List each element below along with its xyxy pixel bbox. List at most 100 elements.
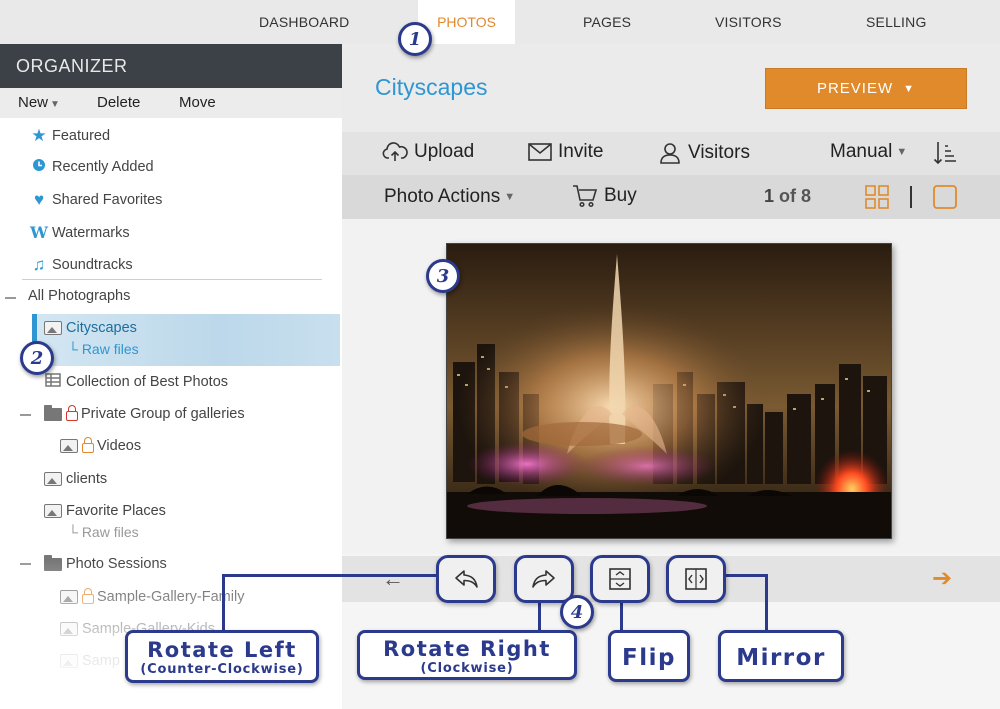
sidebar-item-soundtracks[interactable]: ♫ Soundtracks <box>30 255 133 275</box>
square-icon <box>933 185 957 209</box>
chevron-down-icon: ▼ <box>50 99 60 110</box>
preview-button[interactable]: PREVIEW ▼ <box>765 68 967 109</box>
tree-item-label: clients <box>66 471 108 487</box>
folder-icon <box>44 554 62 571</box>
photo-actions-dropdown[interactable]: Photo Actions ▼ <box>384 186 515 208</box>
sidebar-item-recently-added[interactable]: Recently Added <box>30 158 154 176</box>
music-note-icon: ♫ <box>32 255 46 274</box>
nav-photos[interactable]: PHOTOS <box>418 0 515 44</box>
sidebar-item-label: Featured <box>52 128 111 144</box>
tree-item-private-group[interactable]: Private Group of galleries <box>44 404 245 422</box>
gallery-icon <box>44 321 62 335</box>
sidebar-item-featured[interactable]: ★ Featured <box>30 126 110 146</box>
tree-item-favorite-places[interactable]: Favorite Places <box>44 503 166 519</box>
tree-item-more[interactable]: Samp <box>60 653 120 669</box>
rotate-left-label: Rotate Left (Counter-Clockwise) <box>125 630 319 683</box>
page-current: 1 <box>764 186 775 206</box>
tree-item-label: Private Group of galleries <box>81 406 245 422</box>
callout-connector <box>222 574 225 632</box>
tree-item-label: Videos <box>97 438 142 454</box>
envelope-icon <box>528 143 552 161</box>
gallery-icon <box>44 504 62 518</box>
single-view-button[interactable] <box>933 185 963 209</box>
sort-dropdown[interactable]: Manual ▼ <box>830 141 907 163</box>
collapse-toggle[interactable] <box>20 414 31 416</box>
rotate-left-subtitle: (Counter-Clockwise) <box>140 662 304 677</box>
new-button[interactable]: New ▼ <box>18 94 60 111</box>
photo-toolbar: Photo Actions ▼ Buy 1 of 8 <box>342 175 1000 219</box>
visitors-button[interactable]: Visitors <box>658 141 750 165</box>
mirror-button[interactable] <box>666 555 726 603</box>
chevron-down-icon: ▼ <box>903 82 916 95</box>
star-icon: ★ <box>31 126 47 145</box>
visitors-label: Visitors <box>688 142 750 163</box>
flip-title: Flip <box>622 645 676 671</box>
gallery-photo[interactable] <box>446 243 892 539</box>
tree-item-clients[interactable]: clients <box>44 471 107 487</box>
invite-button[interactable]: Invite <box>528 141 603 163</box>
rotate-left-title: Rotate Left <box>147 638 297 662</box>
organizer-toolbar: New ▼ Delete Move <box>0 88 342 118</box>
tree-root-all-photographs[interactable]: All Photographs <box>28 288 130 304</box>
rotate-right-subtitle: (Clockwise) <box>420 661 514 676</box>
callout-connector <box>222 574 438 577</box>
watermark-icon: W <box>30 223 48 242</box>
page-total: of 8 <box>779 186 812 206</box>
lock-icon <box>82 588 94 604</box>
mirror-label: Mirror <box>718 630 844 682</box>
tree-item-photo-sessions[interactable]: Photo Sessions <box>44 554 167 572</box>
main-panel: Cityscapes PREVIEW ▼ Upload Invite Visito… <box>342 44 1000 709</box>
callout-connector <box>724 574 768 577</box>
tree-subitem-raw-files[interactable]: └ Raw files <box>68 524 139 540</box>
tree-subitem-label: Raw files <box>81 341 139 357</box>
nav-visitors[interactable]: VISITORS <box>715 14 782 30</box>
organizer-title: ORGANIZER <box>0 44 342 88</box>
rotate-right-label: Rotate Right (Clockwise) <box>357 630 577 680</box>
nav-dashboard[interactable]: DASHBOARD <box>259 14 349 30</box>
grid-icon <box>865 185 889 209</box>
upload-button[interactable]: Upload <box>382 141 474 163</box>
nav-pages[interactable]: PAGES <box>583 14 631 30</box>
page-counter: 1 of 8 <box>764 186 811 207</box>
tree-item-videos[interactable]: Videos <box>60 437 142 454</box>
nav-selling[interactable]: SELLING <box>866 14 927 30</box>
rotate-left-icon <box>455 570 478 588</box>
collapse-toggle[interactable] <box>5 297 16 299</box>
sort-descending-icon <box>933 142 956 165</box>
collapse-toggle[interactable] <box>20 563 31 565</box>
tree-item-collection[interactable]: Collection of Best Photos <box>44 373 228 391</box>
tree-item-label: Favorite Places <box>66 503 166 519</box>
arrow-left-icon[interactable]: ← <box>382 566 404 592</box>
arrow-right-icon[interactable]: ➔ <box>932 564 952 593</box>
sidebar-item-label: Soundtracks <box>52 257 133 273</box>
sidebar-item-label: Shared Favorites <box>52 192 163 208</box>
tree-item-family[interactable]: Sample-Gallery-Family <box>60 588 244 605</box>
delete-button[interactable]: Delete <box>97 94 140 111</box>
toolbar-separator <box>910 186 912 208</box>
buy-button[interactable]: Buy <box>572 184 637 208</box>
callout-3: 3 <box>426 259 460 293</box>
tree-item-cityscapes[interactable]: Cityscapes <box>44 320 137 336</box>
rotate-left-button[interactable] <box>436 555 496 603</box>
rotate-right-icon <box>532 570 555 588</box>
tree-subitem-raw-files[interactable]: └ Raw files <box>68 341 139 357</box>
lock-icon <box>82 437 94 453</box>
top-navigation: DASHBOARD PHOTOS PAGES VISITORS SELLING <box>0 0 1000 44</box>
gallery-icon <box>44 472 62 486</box>
tree-item-label: Photo Sessions <box>66 556 167 572</box>
new-label: New <box>18 94 49 111</box>
flip-button[interactable] <box>590 555 650 603</box>
callout-connector <box>538 600 541 632</box>
callout-4: 4 <box>560 595 594 629</box>
gallery-title: Cityscapes <box>375 74 488 100</box>
grid-view-button[interactable] <box>865 185 895 209</box>
sidebar-item-shared-favorites[interactable]: ♥ Shared Favorites <box>30 190 162 210</box>
rotate-right-title: Rotate Right <box>383 637 551 661</box>
rotate-right-button[interactable] <box>514 555 574 603</box>
chevron-down-icon: ▼ <box>896 146 908 158</box>
sidebar-item-watermarks[interactable]: W Watermarks <box>30 223 130 242</box>
sort-order-button[interactable] <box>933 140 963 166</box>
move-button[interactable]: Move <box>179 94 216 111</box>
gallery-icon <box>60 654 78 668</box>
tree-item-label: Cityscapes <box>66 320 137 336</box>
